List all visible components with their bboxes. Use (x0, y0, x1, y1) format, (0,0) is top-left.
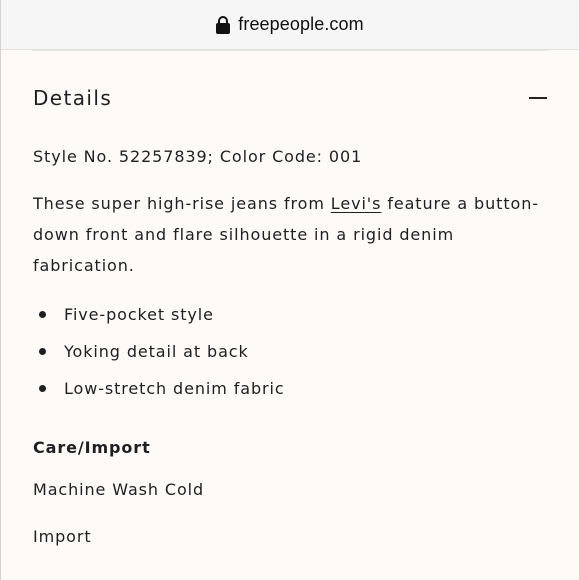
list-item: Low-stretch denim fabric (33, 370, 547, 407)
style-number: Style No. 52257839; Color Code: 001 (33, 147, 363, 166)
domain-text: freepeople.com (238, 14, 364, 34)
care-wash-instruction: Machine Wash Cold (33, 480, 205, 499)
details-title: Details (33, 86, 113, 110)
brand-link[interactable]: Levi's (331, 194, 382, 213)
feature-list: Five-pocket style Yoking detail at back … (33, 296, 547, 407)
feature-text: Yoking detail at back (64, 342, 249, 361)
top-divider (32, 50, 548, 51)
bullet-icon (39, 348, 46, 355)
description-text-start: These super high-rise jeans from (33, 194, 331, 213)
bullet-icon (39, 311, 46, 318)
bullet-icon (39, 385, 46, 392)
feature-text: Low-stretch denim fabric (64, 379, 285, 398)
product-details-screen: freepeople.com Details Style No. 5225783… (0, 0, 580, 580)
care-import-heading: Care/Import (33, 438, 151, 457)
list-item: Five-pocket style (33, 296, 547, 333)
details-accordion-header[interactable]: Details (33, 78, 547, 118)
browser-address-bar[interactable]: freepeople.com (1, 0, 579, 50)
care-origin: Import (33, 527, 92, 546)
minus-icon[interactable] (529, 97, 547, 99)
list-item: Yoking detail at back (33, 333, 547, 370)
details-content: Style No. 52257839; Color Code: 001 Thes… (33, 143, 547, 570)
product-description: These super high-rise jeans from Levi's … (33, 188, 547, 281)
feature-text: Five-pocket style (64, 305, 214, 324)
lock-icon (216, 15, 231, 34)
